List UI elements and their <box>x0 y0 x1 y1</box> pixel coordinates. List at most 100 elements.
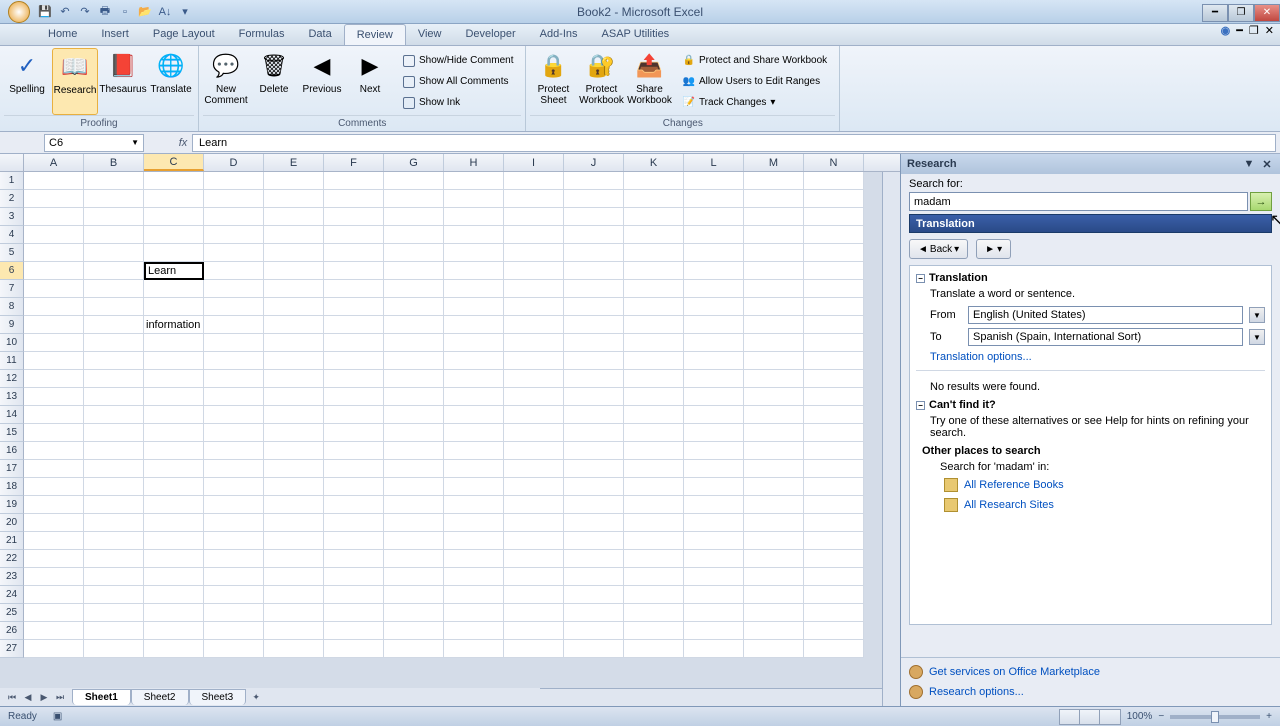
close-button[interactable]: ✕ <box>1254 4 1280 22</box>
cell-J7[interactable] <box>564 280 624 298</box>
cell-L10[interactable] <box>684 334 744 352</box>
cell-D15[interactable] <box>204 424 264 442</box>
cell-M13[interactable] <box>744 388 804 406</box>
cell-J16[interactable] <box>564 442 624 460</box>
name-box[interactable]: C6 ▼ <box>44 134 144 152</box>
office-button[interactable] <box>8 1 30 23</box>
cell-B4[interactable] <box>84 226 144 244</box>
cell-D25[interactable] <box>204 604 264 622</box>
show-hide-comment-button[interactable]: Show/Hide Comment <box>399 53 517 69</box>
cell-J23[interactable] <box>564 568 624 586</box>
cell-G20[interactable] <box>384 514 444 532</box>
cell-C27[interactable] <box>144 640 204 658</box>
cell-K21[interactable] <box>624 532 684 550</box>
cell-C1[interactable] <box>144 172 204 190</box>
cell-I24[interactable] <box>504 586 564 604</box>
cell-A1[interactable] <box>24 172 84 190</box>
cell-J13[interactable] <box>564 388 624 406</box>
search-input[interactable] <box>909 192 1248 211</box>
cell-M22[interactable] <box>744 550 804 568</box>
cell-N15[interactable] <box>804 424 864 442</box>
cell-K12[interactable] <box>624 370 684 388</box>
cell-I6[interactable] <box>504 262 564 280</box>
cell-L13[interactable] <box>684 388 744 406</box>
cell-H18[interactable] <box>444 478 504 496</box>
protect-sheet-button[interactable]: 🔒 Protect Sheet <box>530 48 576 115</box>
cell-E15[interactable] <box>264 424 324 442</box>
cell-M1[interactable] <box>744 172 804 190</box>
row-header-13[interactable]: 13 <box>0 388 24 406</box>
cell-B18[interactable] <box>84 478 144 496</box>
qat-redo-icon[interactable]: ↷ <box>76 3 94 21</box>
cell-F12[interactable] <box>324 370 384 388</box>
cell-G1[interactable] <box>384 172 444 190</box>
cell-H5[interactable] <box>444 244 504 262</box>
row-header-3[interactable]: 3 <box>0 208 24 226</box>
cell-N11[interactable] <box>804 352 864 370</box>
cell-K15[interactable] <box>624 424 684 442</box>
cell-G7[interactable] <box>384 280 444 298</box>
cell-C23[interactable] <box>144 568 204 586</box>
cell-I11[interactable] <box>504 352 564 370</box>
cell-L12[interactable] <box>684 370 744 388</box>
tab-asap[interactable]: ASAP Utilities <box>590 24 682 45</box>
cell-F18[interactable] <box>324 478 384 496</box>
cell-A3[interactable] <box>24 208 84 226</box>
cell-L20[interactable] <box>684 514 744 532</box>
cell-E12[interactable] <box>264 370 324 388</box>
doc-minimize-icon[interactable]: ━ <box>1236 24 1243 37</box>
cell-K18[interactable] <box>624 478 684 496</box>
cell-I8[interactable] <box>504 298 564 316</box>
cell-H22[interactable] <box>444 550 504 568</box>
row-header-21[interactable]: 21 <box>0 532 24 550</box>
row-header-1[interactable]: 1 <box>0 172 24 190</box>
cell-D5[interactable] <box>204 244 264 262</box>
cell-M17[interactable] <box>744 460 804 478</box>
cell-M19[interactable] <box>744 496 804 514</box>
cell-K6[interactable] <box>624 262 684 280</box>
cell-N6[interactable] <box>804 262 864 280</box>
cell-J3[interactable] <box>564 208 624 226</box>
formula-input[interactable]: Learn <box>192 134 1276 152</box>
collapse-icon[interactable]: − <box>916 274 925 283</box>
cell-K8[interactable] <box>624 298 684 316</box>
cell-K1[interactable] <box>624 172 684 190</box>
cell-N8[interactable] <box>804 298 864 316</box>
fx-button[interactable]: fx <box>174 134 192 152</box>
col-header-J[interactable]: J <box>564 154 624 171</box>
row-header-14[interactable]: 14 <box>0 406 24 424</box>
row-header-18[interactable]: 18 <box>0 478 24 496</box>
cell-D1[interactable] <box>204 172 264 190</box>
macro-record-icon[interactable]: ▣ <box>53 711 62 722</box>
cell-C11[interactable] <box>144 352 204 370</box>
cell-D14[interactable] <box>204 406 264 424</box>
row-header-5[interactable]: 5 <box>0 244 24 262</box>
cell-C2[interactable] <box>144 190 204 208</box>
doc-close-icon[interactable]: ✕ <box>1265 24 1274 37</box>
cell-J1[interactable] <box>564 172 624 190</box>
cell-A2[interactable] <box>24 190 84 208</box>
cell-N20[interactable] <box>804 514 864 532</box>
cell-L6[interactable] <box>684 262 744 280</box>
cell-E27[interactable] <box>264 640 324 658</box>
cell-L1[interactable] <box>684 172 744 190</box>
cell-A16[interactable] <box>24 442 84 460</box>
cell-G4[interactable] <box>384 226 444 244</box>
cell-K17[interactable] <box>624 460 684 478</box>
cell-G8[interactable] <box>384 298 444 316</box>
dropdown-arrow-icon[interactable]: ▼ <box>1249 307 1265 323</box>
cell-B16[interactable] <box>84 442 144 460</box>
cell-E21[interactable] <box>264 532 324 550</box>
zoom-slider[interactable] <box>1170 715 1260 719</box>
cell-B24[interactable] <box>84 586 144 604</box>
cell-N4[interactable] <box>804 226 864 244</box>
cell-C15[interactable] <box>144 424 204 442</box>
sheet-tab-sheet3[interactable]: Sheet3 <box>189 689 247 705</box>
cell-M2[interactable] <box>744 190 804 208</box>
cell-F20[interactable] <box>324 514 384 532</box>
row-header-22[interactable]: 22 <box>0 550 24 568</box>
cell-M15[interactable] <box>744 424 804 442</box>
service-select[interactable]: Translation <box>909 214 1272 233</box>
sheet-tab-sheet2[interactable]: Sheet2 <box>131 689 189 705</box>
cell-E23[interactable] <box>264 568 324 586</box>
